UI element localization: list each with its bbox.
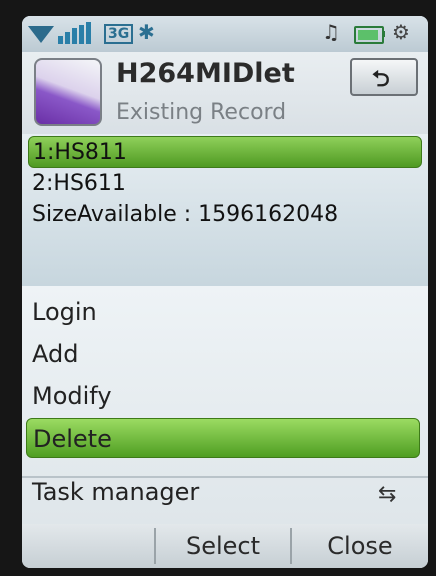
phone-screen: 3G ✱ ♫ ⚙ H264MIDlet Existing Record ⮌ 1:… [22,16,428,568]
app-icon [34,58,102,126]
menu-divider [22,476,428,478]
menu-item-delete[interactable]: Delete [26,418,420,458]
back-button[interactable]: ⮌ [350,58,418,96]
music-note-icon: ♫ [322,20,340,44]
battery-tip [382,31,385,37]
menu-item-login[interactable]: Login [26,292,420,332]
record-item-2[interactable]: 2:HS611 [28,168,422,200]
softkey-left[interactable] [22,524,154,568]
status-bar: 3G ✱ ♫ ⚙ [22,16,428,52]
size-available-label: SizeAvailable : 1596162048 [32,202,339,227]
menu-item-task-manager[interactable]: Task manager [26,472,420,512]
task-manager-icon: ⚙ [392,20,410,44]
back-arrow-icon: ⮌ [372,67,390,92]
app-title: H264MIDlet [116,58,295,89]
app-header: H264MIDlet Existing Record ⮌ [22,52,428,134]
bluetooth-icon: ✱ [138,20,155,44]
battery-icon [354,26,384,44]
signal-triangle-icon [28,26,54,43]
task-manager-icon: ⇆ [378,482,397,507]
network-type-badge: 3G [104,24,134,44]
record-list: 1:HS811 2:HS611 SizeAvailable : 15961620… [22,134,428,286]
record-item-1[interactable]: 1:HS811 [28,136,422,168]
softkey-close[interactable]: Close [292,524,428,568]
options-menu: Login Add Modify Delete Task manager ⇆ [22,286,428,524]
menu-item-modify[interactable]: Modify [26,376,420,416]
softkey-select[interactable]: Select [156,524,290,568]
signal-bars-icon [58,22,92,44]
menu-item-add[interactable]: Add [26,334,420,374]
screen-subtitle: Existing Record [116,100,287,125]
softkey-bar: Select Close [22,524,428,568]
